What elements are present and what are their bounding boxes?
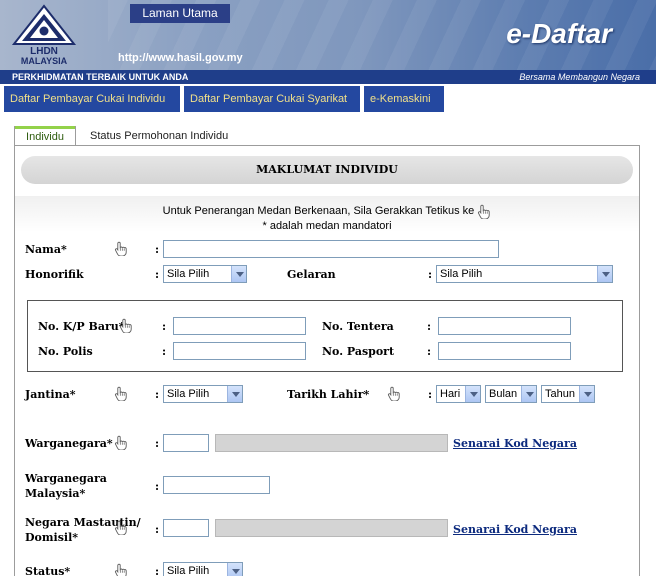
tentera-input[interactable]: [438, 317, 571, 335]
colon: :: [155, 523, 160, 536]
gelaran-select[interactable]: Sila Pilih: [436, 265, 613, 283]
mastautin-code-input[interactable]: [163, 519, 209, 537]
nama-help-icon[interactable]: [114, 241, 128, 256]
jantina-selected: Sila Pilih: [167, 388, 210, 400]
year-selected: Tahun: [545, 388, 575, 400]
instruction-text: Untuk Penerangan Medan Berkenaan, Sila G…: [162, 205, 475, 217]
tentera-label: No. Tentera: [322, 320, 394, 333]
status-help-icon[interactable]: [114, 563, 128, 576]
tagline-left: PERKHIDMATAN TERBAIK UNTUK ANDA: [12, 72, 189, 82]
warganegara-code-input[interactable]: [163, 434, 209, 452]
jantina-help-icon[interactable]: [114, 386, 128, 401]
mastautin-label-2: Domisil*: [25, 531, 78, 544]
warganegara-country-list-link[interactable]: Senarai Kod Negara: [453, 437, 577, 450]
nama-label: Nama*: [25, 243, 67, 256]
gelaran-selected: Sila Pilih: [440, 268, 483, 280]
header-banner: LHDN MALAYSIA Laman Utama http://www.has…: [0, 0, 656, 70]
home-tab-link[interactable]: Laman Utama: [130, 4, 230, 23]
nav-item-individu[interactable]: Daftar Pembayar Cukai Individu: [4, 86, 180, 112]
colon: :: [155, 480, 160, 493]
polis-input[interactable]: [173, 342, 306, 360]
status-label: Status*: [25, 565, 71, 576]
tarikh-help-icon[interactable]: [387, 386, 401, 401]
tab-individu[interactable]: Individu: [14, 126, 76, 146]
chevron-down-icon: [227, 563, 242, 576]
main-nav: Daftar Pembayar Cukai Individu Daftar Pe…: [0, 84, 656, 114]
kp-baru-input[interactable]: [173, 317, 306, 335]
honorifik-label: Honorifik: [25, 268, 84, 281]
section-title: MAKLUMAT INDIVIDU: [21, 156, 633, 184]
warganegara-label: Warganegara*: [25, 437, 113, 450]
lhdn-logo[interactable]: LHDN MALAYSIA: [6, 4, 94, 66]
colon: :: [155, 437, 160, 450]
colon: :: [427, 320, 432, 333]
tagline-bar: PERKHIDMATAN TERBAIK UNTUK ANDA Bersama …: [0, 70, 656, 84]
chevron-down-icon: [597, 266, 612, 282]
mastautin-country-list-link[interactable]: Senarai Kod Negara: [453, 523, 577, 536]
colon: :: [155, 388, 160, 401]
mandatory-note: * adalah medan mandatori: [262, 220, 392, 232]
nama-input[interactable]: [163, 240, 499, 258]
instructions: Untuk Penerangan Medan Berkenaan, Sila G…: [15, 196, 639, 232]
year-select[interactable]: Tahun: [541, 385, 595, 403]
month-select[interactable]: Bulan: [485, 385, 537, 403]
kp-help-icon[interactable]: [119, 318, 133, 333]
pasport-input[interactable]: [438, 342, 571, 360]
form-frame: MAKLUMAT INDIVIDU Untuk Penerangan Medan…: [14, 145, 640, 576]
nav-item-syarikat[interactable]: Daftar Pembayar Cukai Syarikat: [184, 86, 360, 112]
kp-baru-label: No. K/P Baru*: [38, 320, 125, 333]
chevron-down-icon: [465, 386, 480, 402]
mastautin-name-field: [215, 519, 448, 537]
colon: :: [162, 345, 167, 358]
pasport-label: No. Pasport: [322, 345, 395, 358]
pointer-hand-icon: [477, 204, 491, 219]
tab-status-permohonan[interactable]: Status Permohonan Individu: [90, 126, 228, 146]
colon: :: [428, 388, 433, 401]
nav-item-ekemaskini[interactable]: e-Kemaskini: [364, 86, 444, 112]
colon: :: [155, 268, 160, 281]
sub-tabs: Individu Status Permohonan Individu: [0, 120, 656, 146]
brand-title: e-Daftar: [506, 18, 612, 49]
identification-box: No. K/P Baru* : No. Tentera : No. Polis …: [27, 300, 623, 372]
jantina-select[interactable]: Sila Pilih: [163, 385, 243, 403]
colon: :: [155, 565, 160, 576]
colon: :: [427, 345, 432, 358]
honorifik-selected: Sila Pilih: [167, 268, 210, 280]
site-url: http://www.hasil.gov.my: [118, 52, 243, 64]
status-selected: Sila Pilih: [167, 565, 210, 576]
warganegara-my-label-2: Malaysia*: [25, 487, 86, 500]
status-select[interactable]: Sila Pilih: [163, 562, 243, 576]
warganegara-name-field: [215, 434, 448, 452]
warganegara-my-label-1: Warganegara: [25, 472, 107, 485]
month-selected: Bulan: [489, 388, 518, 400]
chevron-down-icon: [521, 386, 536, 402]
day-selected: Hari: [440, 388, 461, 400]
logo-text-bottom: MALAYSIA: [21, 56, 68, 66]
chevron-down-icon: [227, 386, 242, 402]
jantina-label: Jantina*: [25, 388, 76, 401]
tagline-right: Bersama Membangun Negara: [519, 72, 640, 82]
warganegara-my-input[interactable]: [163, 476, 270, 494]
gelaran-label: Gelaran: [287, 268, 336, 281]
tarikh-lahir-label: Tarikh Lahir*: [287, 388, 370, 401]
colon: :: [162, 320, 167, 333]
day-select[interactable]: Hari: [436, 385, 481, 403]
polis-label: No. Polis: [38, 345, 93, 358]
chevron-down-icon: [579, 386, 594, 402]
honorifik-select[interactable]: Sila Pilih: [163, 265, 247, 283]
colon: :: [428, 268, 433, 281]
mastautin-help-icon[interactable]: [114, 520, 128, 535]
chevron-down-icon: [231, 266, 246, 282]
colon: :: [155, 243, 160, 256]
warganegara-help-icon[interactable]: [114, 435, 128, 450]
